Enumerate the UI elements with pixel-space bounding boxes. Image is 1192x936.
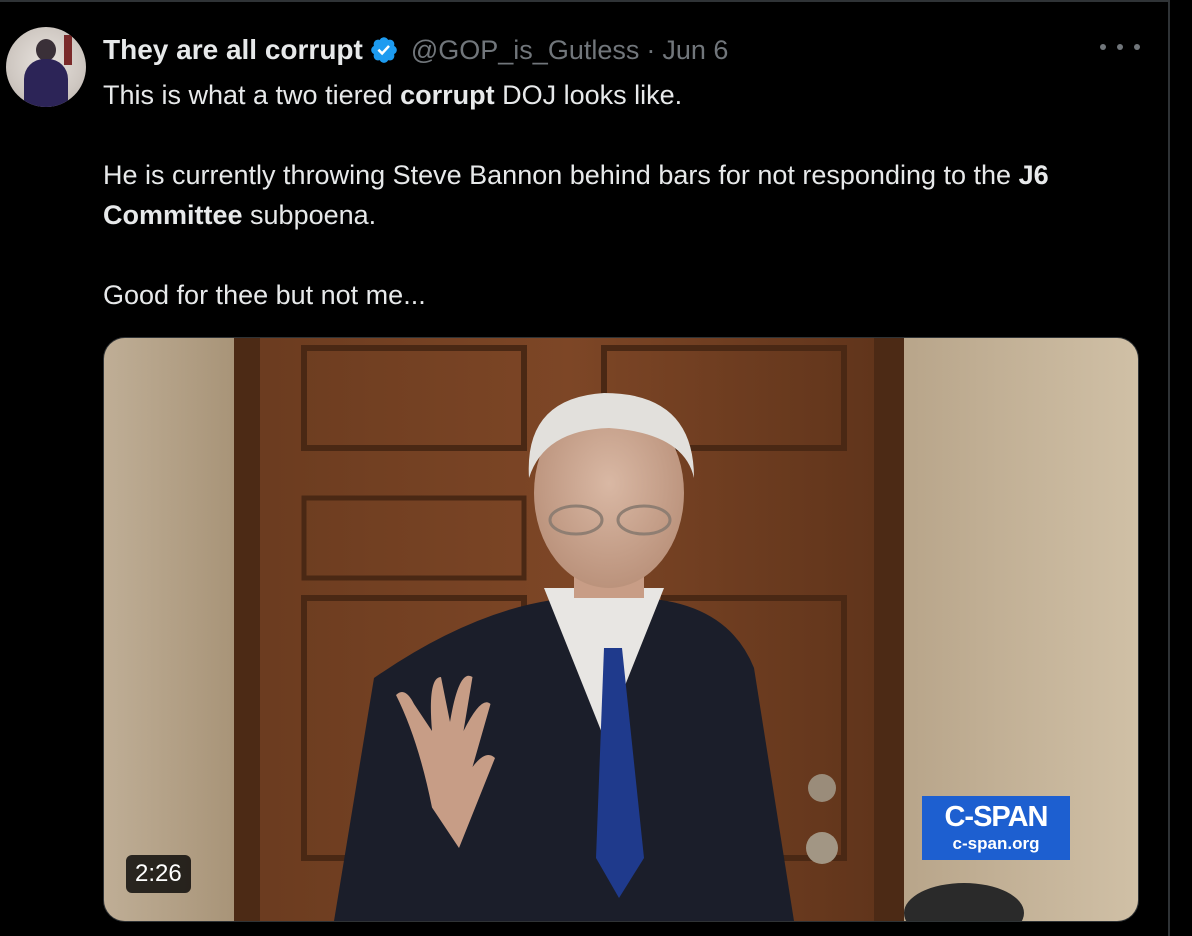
text-segment: This is what a two tiered bbox=[103, 80, 401, 110]
column-right-border bbox=[1168, 0, 1170, 936]
avatar-figure-body bbox=[24, 59, 68, 107]
header-separator: · bbox=[646, 34, 656, 65]
video-player[interactable]: 2:26 C-SPAN c-span.org bbox=[103, 337, 1139, 922]
bold-text: corrupt bbox=[400, 80, 495, 110]
cspan-url-text: c-span.org bbox=[952, 834, 1040, 853]
cspan-watermark: C-SPAN c-span.org bbox=[922, 796, 1070, 860]
tweet-text: This is what a two tiered corrupt DOJ lo… bbox=[103, 75, 1143, 315]
more-options-icon[interactable] bbox=[1100, 36, 1140, 58]
author-avatar[interactable] bbox=[6, 27, 86, 107]
more-dot bbox=[1100, 44, 1106, 50]
text-segment: subpoena. bbox=[242, 200, 377, 230]
tweet-paragraph-1: This is what a two tiered corrupt DOJ lo… bbox=[103, 75, 1143, 115]
more-dot bbox=[1134, 44, 1140, 50]
author-handle[interactable]: @GOP_is_Gutless bbox=[411, 35, 640, 66]
more-dot bbox=[1117, 44, 1123, 50]
video-duration: 2:26 bbox=[126, 855, 191, 893]
text-segment: DOJ looks like. bbox=[494, 80, 683, 110]
tweet-date[interactable]: Jun 6 bbox=[662, 35, 728, 66]
avatar-flag bbox=[64, 35, 72, 65]
author-name[interactable]: They are all corrupt bbox=[103, 34, 363, 66]
cspan-logo-text: C-SPAN bbox=[944, 801, 1048, 833]
tweet-paragraph-3: Good for thee but not me... bbox=[103, 280, 426, 310]
verified-badge-icon[interactable] bbox=[369, 35, 399, 65]
avatar-figure-head bbox=[36, 39, 56, 61]
text-segment: He is currently throwing Steve Bannon be… bbox=[103, 160, 1019, 190]
tweet-paragraph-2: He is currently throwing Steve Bannon be… bbox=[103, 155, 1143, 235]
tweet-header: They are all corrupt @GOP_is_Gutless · J… bbox=[103, 30, 728, 70]
column-top-border bbox=[0, 0, 1170, 2]
